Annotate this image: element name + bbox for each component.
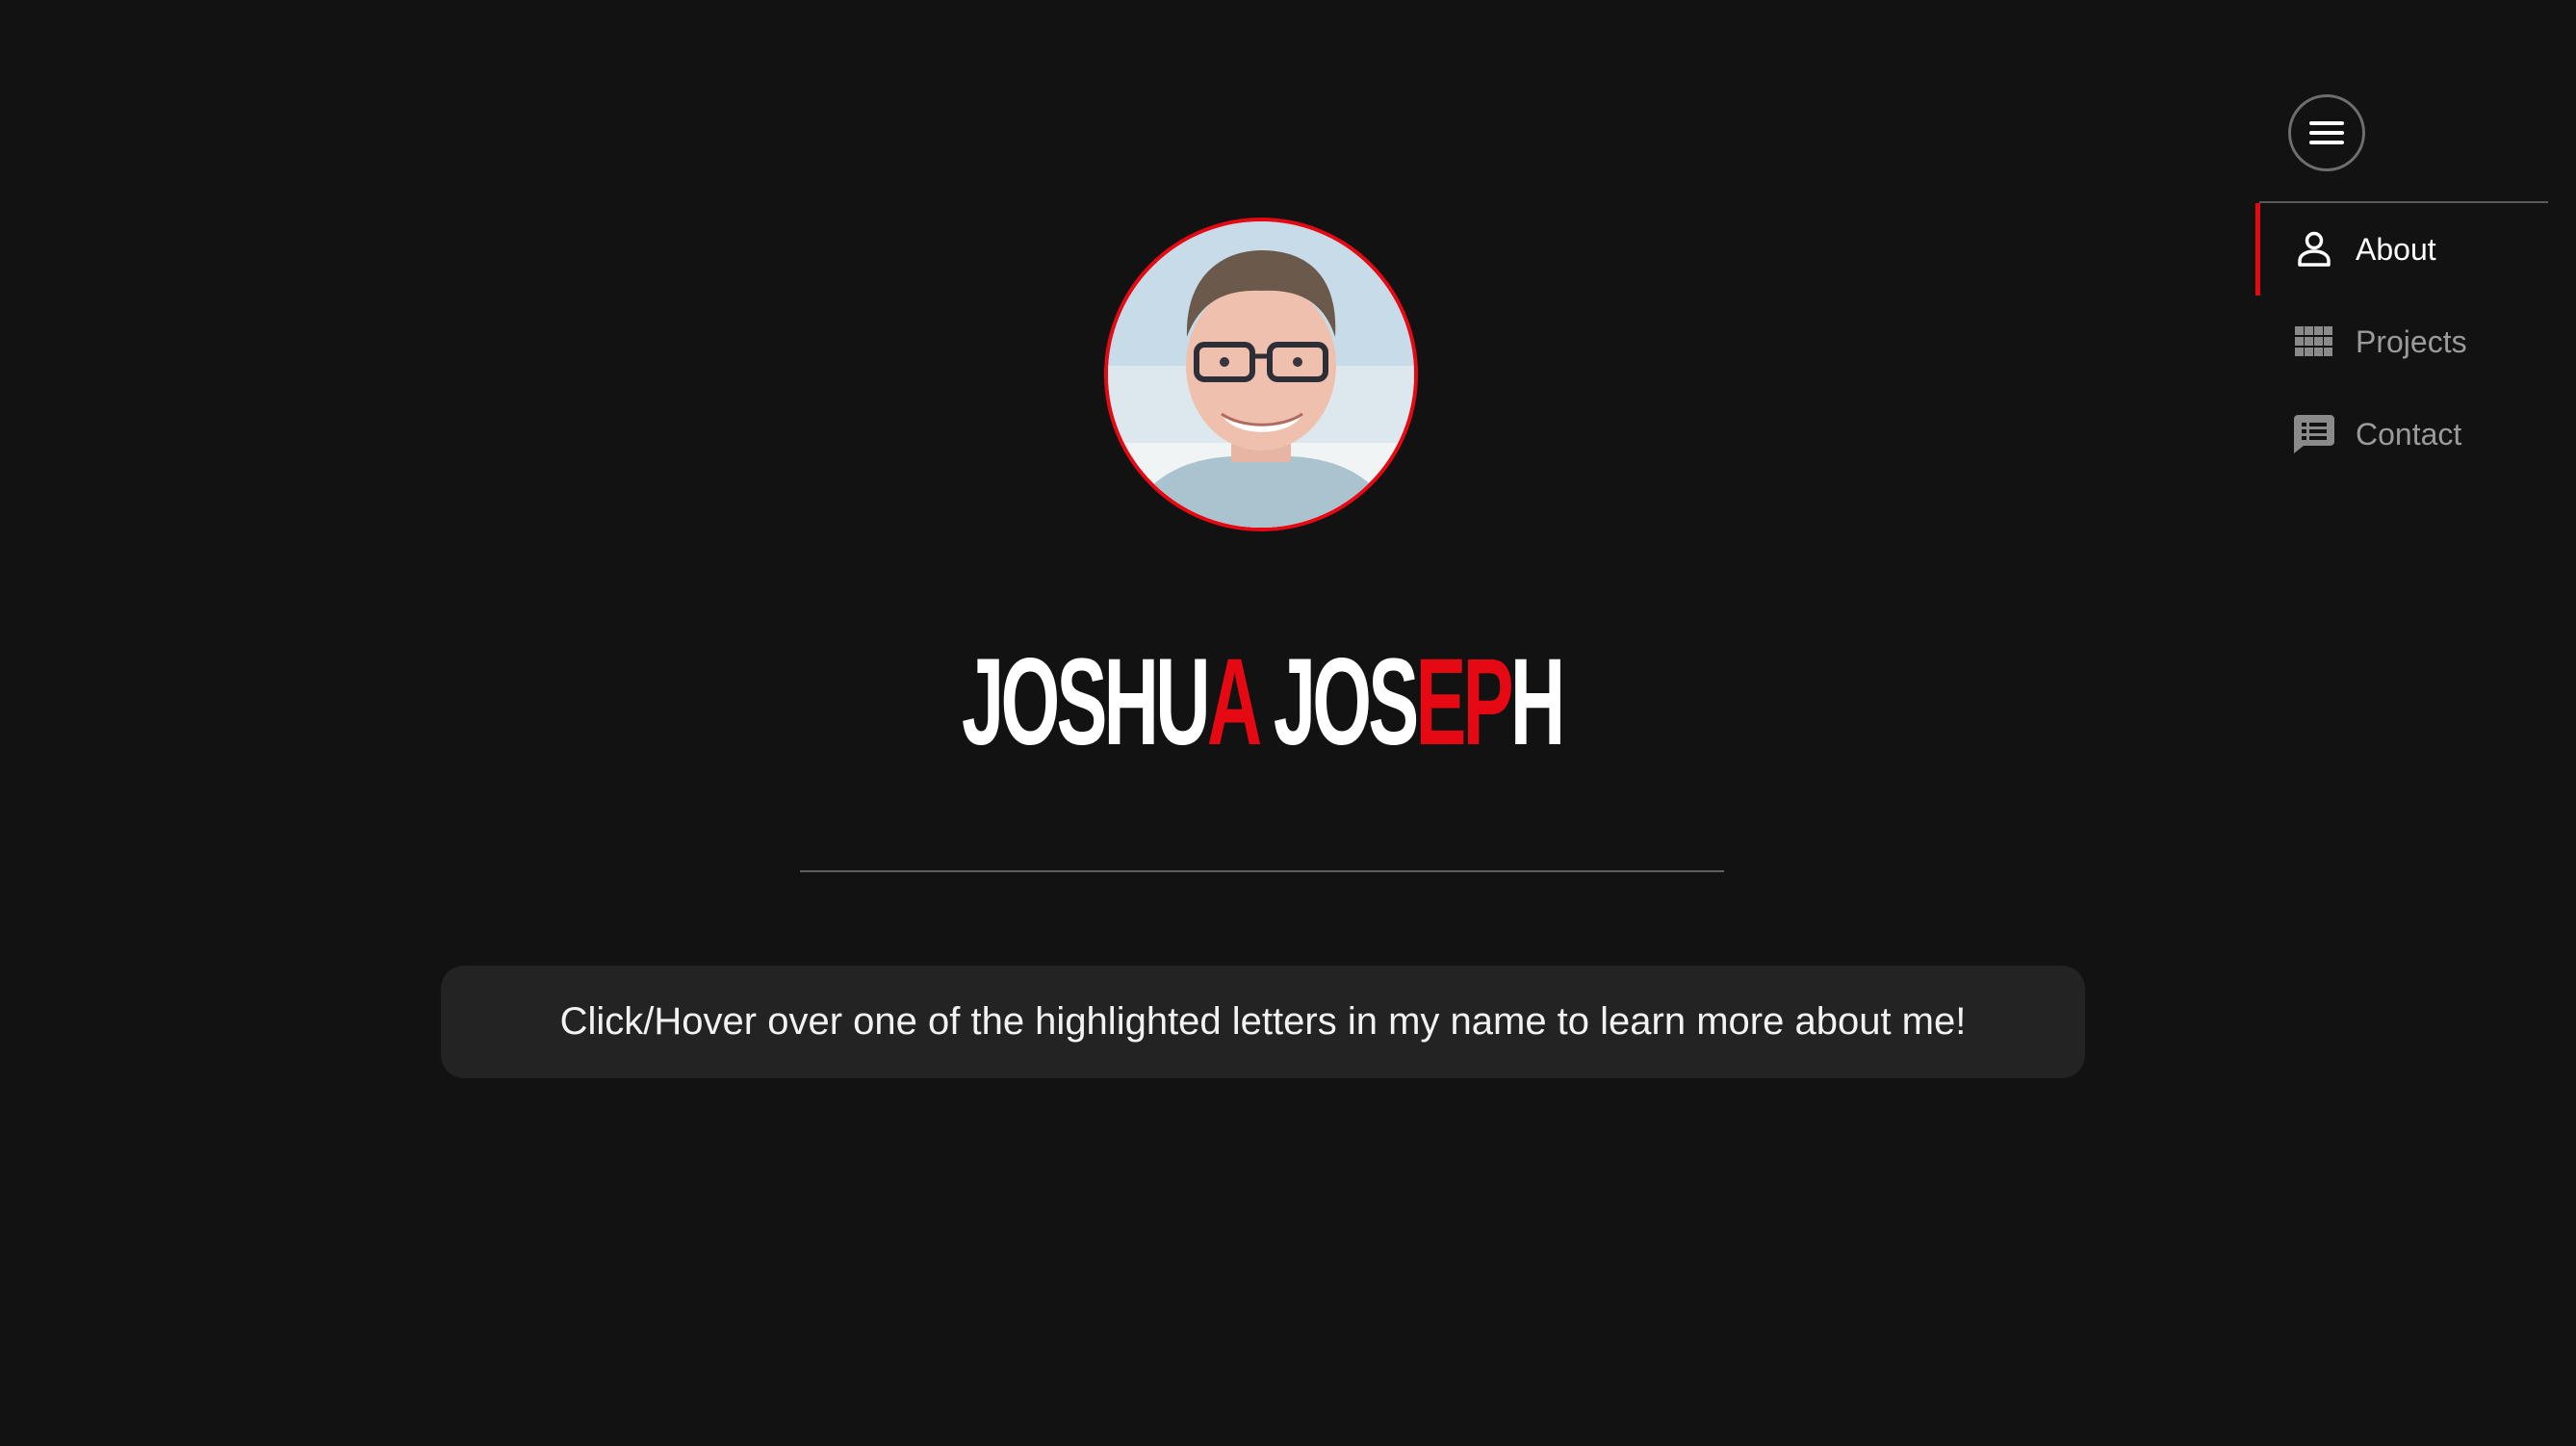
highlighted-letter-e[interactable]: E (1415, 633, 1466, 771)
nav-item-projects[interactable]: Projects (2255, 296, 2554, 388)
nav-item-about[interactable]: About (2255, 203, 2554, 296)
menu-toggle-button[interactable] (2288, 94, 2365, 171)
info-hint-text: Click/Hover over one of the highlighted … (559, 1000, 1967, 1043)
highlighted-letter-a[interactable]: A (1207, 633, 1259, 771)
hamburger-menu-icon (2309, 121, 2344, 144)
nav-label-about: About (2356, 231, 2436, 267)
info-box: Click/Hover over one of the highlighted … (441, 966, 2085, 1078)
highlighted-letter-p[interactable]: P (1463, 633, 1514, 771)
nav-item-contact[interactable]: Contact (2255, 388, 2554, 480)
grid-icon (2294, 322, 2334, 362)
profile-avatar (1104, 218, 1418, 531)
nav-label-contact: Contact (2356, 416, 2462, 452)
section-divider (800, 870, 1724, 872)
person-icon (2294, 229, 2334, 270)
message-icon (2294, 414, 2334, 454)
page: About Projects Contact JOSHUA JOSEPH Cli… (0, 0, 2576, 1446)
side-nav: About Projects Contact (2255, 203, 2554, 480)
nav-label-projects: Projects (2356, 323, 2467, 359)
name-part: H (1509, 633, 1565, 771)
name-part: JOS (1255, 633, 1419, 771)
name-part: JOSHU (962, 633, 1211, 771)
profile-name: JOSHUA JOSEPH (480, 635, 2044, 770)
